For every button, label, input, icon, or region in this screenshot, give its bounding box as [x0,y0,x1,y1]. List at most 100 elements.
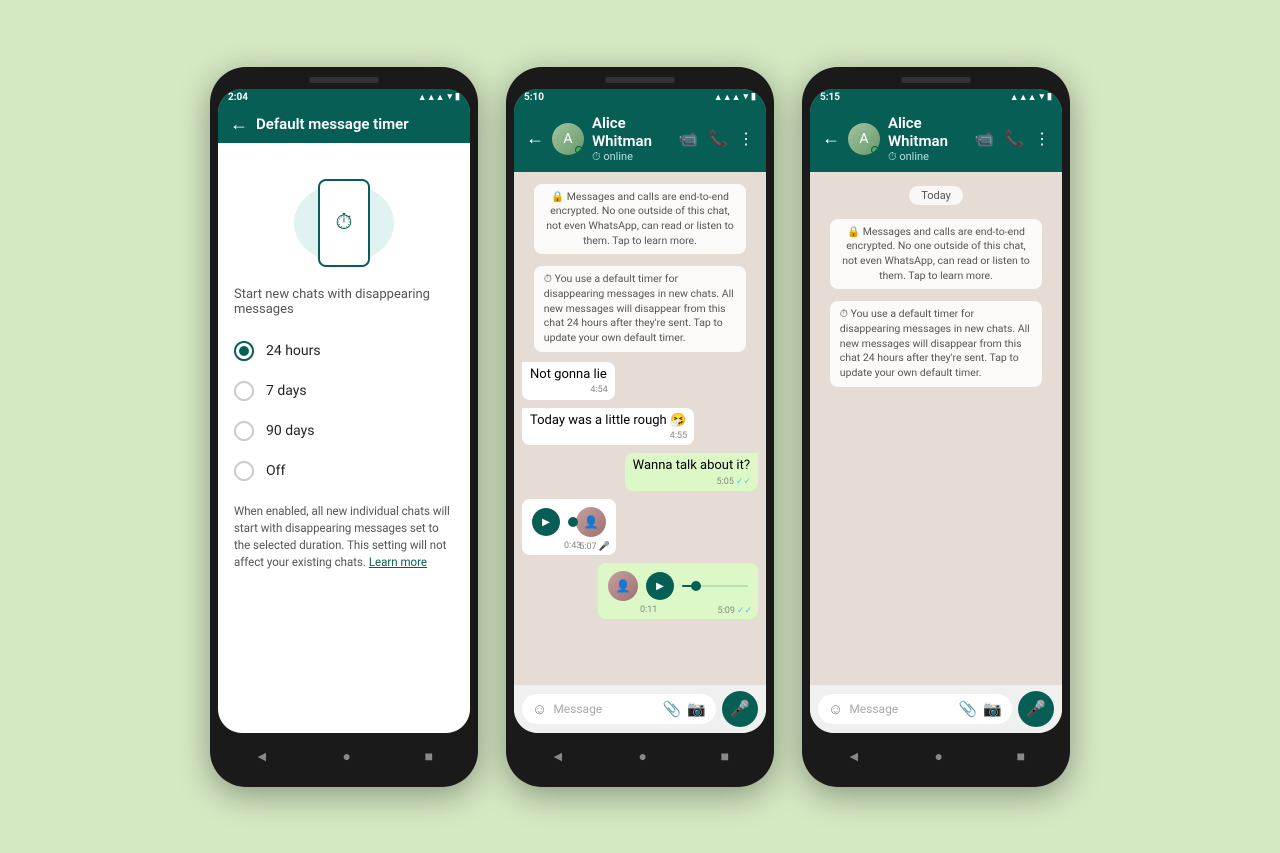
phone-speaker-3 [901,77,971,83]
status-icons-2: ▲▲▲ ▾ ▮ [714,92,756,103]
attach-icon-2[interactable]: 📎 [663,700,682,718]
contact-status-3: ⏱ online [888,150,966,164]
battery-icon: ▮ [455,92,460,102]
nav-back-3[interactable]: ◄ [847,748,861,765]
nav-back-2[interactable]: ◄ [551,748,565,765]
back-button-2[interactable]: ← [526,128,544,149]
signal-icon-3: ▲▲▲ [1010,92,1037,103]
message-placeholder-2: Message [553,702,602,716]
mic-button-2[interactable]: 🎤 [722,691,758,727]
settings-content: ⏱ Start new chats with disappearing mess… [218,143,470,733]
chat-messages-2: 🔒 Messages and calls are end-to-end encr… [514,172,766,685]
radio-circle-off[interactable] [234,461,254,481]
nav-home-2[interactable]: ● [638,748,646,765]
more-options-icon-3[interactable]: ⋮ [1034,129,1050,148]
radio-circle-7d[interactable] [234,381,254,401]
radio-inner-24h [239,346,249,356]
status-time-1: 2:04 [228,92,248,103]
chat-input-bar-2: ☺ Message 📎 📷 🎤 [514,685,766,733]
contact-name-3: Alice Whitman [888,114,966,150]
nav-home-1[interactable]: ● [342,748,350,765]
radio-option-24h[interactable]: 24 hours [234,331,454,371]
nav-recent-2[interactable]: ■ [721,748,729,765]
contact-info-2: Alice Whitman ⏱ online [592,114,670,164]
phone-screen-2: 5:10 ▲▲▲ ▾ ▮ ← A Alice Whitman [514,89,766,733]
waveform-dot-2 [691,581,701,591]
date-badge-today: Today [909,186,963,205]
msg-row-1: Not gonna lie 4:54 [522,362,758,400]
radio-option-7d[interactable]: 7 days [234,371,454,411]
status-icons-1: ▲▲▲ ▾ ▮ [418,92,460,103]
nav-recent-3[interactable]: ■ [1017,748,1025,765]
contact-avatar-3: A [848,123,880,155]
learn-more-link[interactable]: Learn more [369,555,427,569]
radio-label-90d: 90 days [266,423,314,439]
contact-avatar-wrapper-3: A [848,123,880,155]
status-bar-2: 5:10 ▲▲▲ ▾ ▮ [514,89,766,106]
timer-status-icon-2: ⏱ [592,150,601,163]
nav-back-1[interactable]: ◄ [255,748,269,765]
timer-notice-2: ⏱ You use a default timer for disappeari… [534,266,746,351]
settings-section-label: Start new chats with disappearing messag… [234,287,454,317]
msg-text-3: Wanna talk about it? [633,458,750,473]
attach-icon-3[interactable]: 📎 [959,700,978,718]
mic-button-3[interactable]: 🎤 [1018,691,1054,727]
radio-circle-90d[interactable] [234,421,254,441]
emoji-icon-2[interactable]: ☺ [532,700,547,718]
phone-screen-1: 2:04 ▲▲▲ ▾ ▮ ← Default message timer ⏱ [218,89,470,733]
phone-speaker-2 [605,77,675,83]
message-input-3[interactable]: ☺ Message 📎 📷 [818,694,1012,724]
chat-messages-3: Today 🔒 Messages and calls are end-to-en… [810,172,1062,685]
contact-info-3: Alice Whitman ⏱ online [888,114,966,164]
camera-icon-2[interactable]: 📷 [687,700,706,718]
signal-icon: ▲▲▲ [418,92,445,103]
status-icons-3: ▲▲▲ ▾ ▮ [1010,92,1052,103]
phone-illustration: ⏱ [234,159,454,287]
waveform-line-2 [682,585,748,587]
waveform-2 [682,576,748,596]
voice-call-icon-3[interactable]: 📞 [1004,129,1024,148]
phone-screen-3: 5:15 ▲▲▲ ▾ ▮ ← A Alice Whitman [810,89,1062,733]
signal-icon-2: ▲▲▲ [714,92,741,103]
msg-time-3: 5:05 ✓✓ [717,477,751,489]
radio-option-90d[interactable]: 90 days [234,411,454,451]
nav-bar-1: ◄ ● ■ [218,739,470,775]
msg-bubble-3: Wanna talk about it? 5:05 ✓✓ [625,453,758,491]
timer-status-icon-3: ⏱ [888,150,897,163]
screen-title-1: Default message timer [256,115,458,133]
voice-sender-avatar-1: 👤 [576,507,606,537]
nav-home-3[interactable]: ● [934,748,942,765]
message-input-2[interactable]: ☺ Message 📎 📷 [522,694,716,724]
video-call-icon-2[interactable]: 📹 [678,129,698,148]
radio-circle-24h[interactable] [234,341,254,361]
nav-bar-2: ◄ ● ■ [514,739,766,775]
back-button-1[interactable]: ← [230,114,248,135]
emoji-icon-3[interactable]: ☺ [828,700,843,718]
nav-recent-1[interactable]: ■ [425,748,433,765]
voice-bubble-2: 👤 ▶ 5:09 ✓✓ 0:11 [598,563,758,619]
chat-action-icons-3: 📹 📞 ⋮ [974,129,1050,148]
read-checks-3: ✓✓ [736,477,751,489]
camera-icon-3[interactable]: 📷 [983,700,1002,718]
mini-phone-graphic: ⏱ [318,179,370,267]
radio-label-7d: 7 days [266,383,307,399]
msg-time-1: 4:54 [590,385,607,397]
voice-duration-1: 0:43 [564,541,581,551]
phone-chat-new: 5:15 ▲▲▲ ▾ ▮ ← A Alice Whitman [802,67,1070,787]
encryption-notice-3: 🔒 Messages and calls are end-to-end encr… [830,219,1042,290]
voice-sender-avatar-2: 👤 [608,571,638,601]
msg-time-2: 4:55 [670,431,687,443]
msg-bubble-1: Not gonna lie 4:54 [522,362,615,400]
play-btn-2[interactable]: ▶ [646,572,674,600]
more-options-icon-2[interactable]: ⋮ [738,129,754,148]
msg-row-3: Wanna talk about it? 5:05 ✓✓ [522,453,758,491]
play-btn-1[interactable]: ▶ [532,508,560,536]
video-call-icon-3[interactable]: 📹 [974,129,994,148]
back-button-3[interactable]: ← [822,128,840,149]
app-bar-chat-2: ← A Alice Whitman ⏱ online 📹 📞 [514,106,766,172]
contact-name-2: Alice Whitman [592,114,670,150]
voice-call-icon-2[interactable]: 📞 [708,129,728,148]
battery-icon-3: ▮ [1047,92,1052,102]
radio-label-24h: 24 hours [266,343,321,359]
radio-option-off[interactable]: Off [234,451,454,491]
